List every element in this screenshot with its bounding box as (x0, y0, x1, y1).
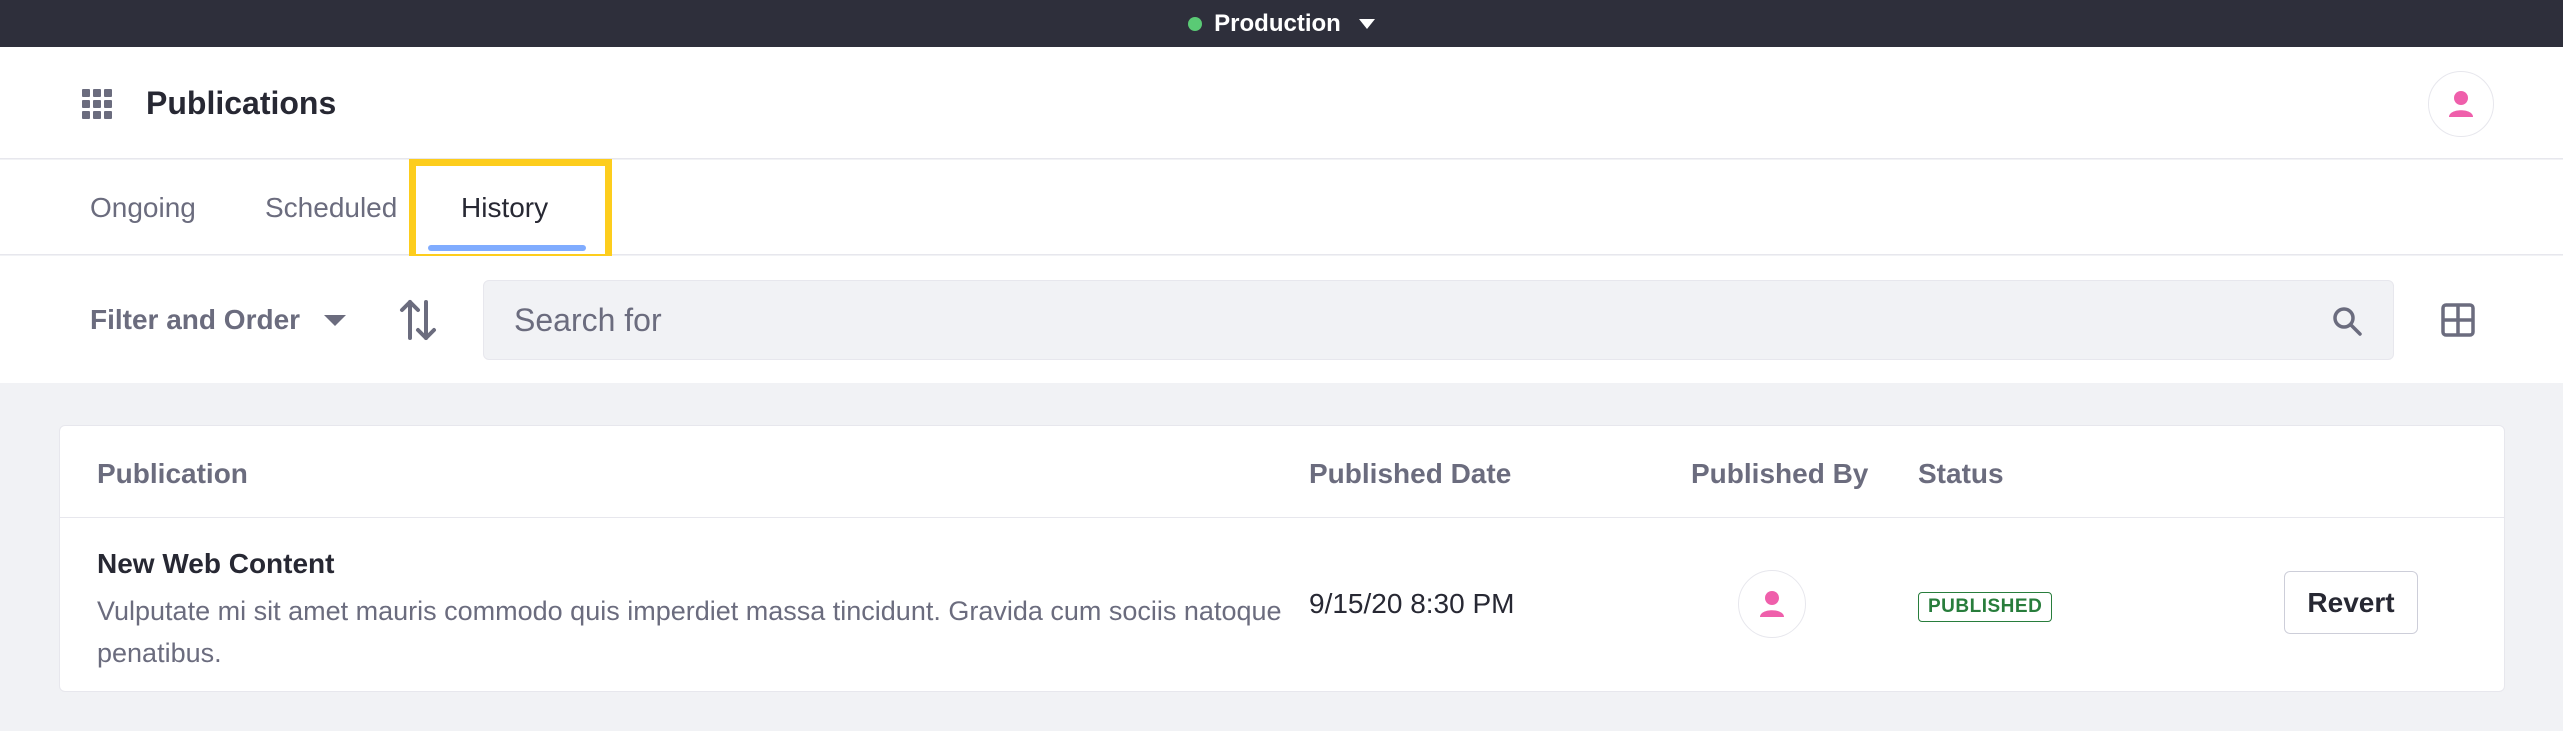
revert-button[interactable]: Revert (2284, 571, 2418, 634)
user-avatar[interactable] (2428, 71, 2494, 137)
user-icon (1760, 591, 1784, 617)
column-header-publication: Publication (97, 458, 248, 489)
management-toolbar: Filter and Order (0, 256, 2563, 383)
sort-arrows-icon[interactable] (398, 298, 438, 342)
page-title: Publications (146, 85, 337, 121)
environment-bar: Production (0, 0, 2563, 47)
table-header: Publication Published Date Published By … (60, 426, 2504, 518)
table-row: New Web Content Vulputate mi sit amet ma… (60, 518, 2504, 693)
status-dot-icon (1188, 16, 1203, 31)
status-badge: PUBLISHED (1918, 592, 2053, 622)
caret-down-icon (1358, 18, 1375, 29)
publication-name: New Web Content (97, 548, 335, 579)
app-header: Publications (0, 47, 2563, 159)
publications-table: Publication Published Date Published By … (59, 425, 2505, 692)
filter-and-order-dropdown[interactable]: Filter and Order (90, 304, 347, 336)
search-icon[interactable] (2331, 305, 2363, 337)
column-header-published-date: Published Date (1309, 458, 1512, 489)
navigation-tabs: Ongoing Scheduled History (0, 160, 2563, 255)
publication-description: Vulputate mi sit amet mauris commodo qui… (97, 596, 1282, 668)
tab-ongoing[interactable]: Ongoing (90, 192, 196, 224)
tab-scheduled[interactable]: Scheduled (265, 192, 397, 224)
caret-down-icon (324, 314, 347, 326)
cards-view-icon[interactable] (2440, 302, 2476, 338)
column-header-status: Status (1918, 458, 2004, 489)
user-icon (2449, 91, 2473, 117)
search-bar (483, 280, 2394, 360)
published-by-avatar (1738, 570, 1806, 638)
published-date: 9/15/20 8:30 PM (1309, 588, 1515, 619)
grid-dots-icon[interactable] (82, 89, 112, 119)
search-input[interactable] (514, 281, 2294, 359)
environment-label: Production (1214, 9, 1341, 37)
highlight-frame (409, 159, 612, 261)
environment-selector[interactable]: Production (1188, 10, 1375, 38)
column-header-published-by: Published By (1691, 458, 1869, 489)
filter-label: Filter and Order (90, 304, 301, 335)
